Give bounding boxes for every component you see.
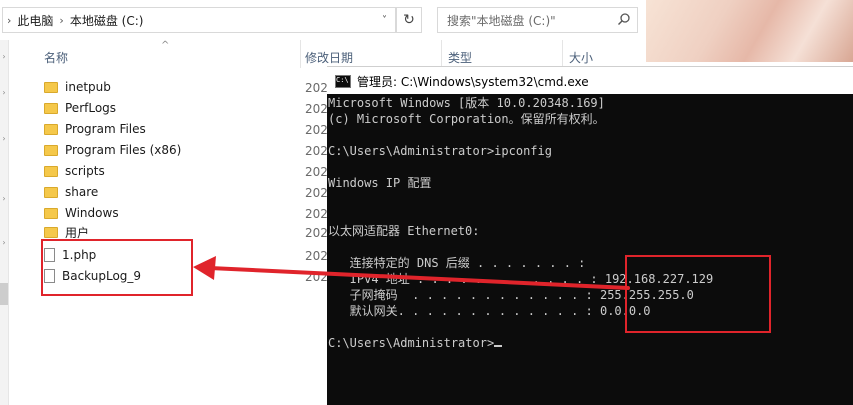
navigation-pane[interactable]: › › › › › [0, 40, 9, 405]
text-cursor [494, 345, 503, 347]
cmd-icon: C:\ [335, 75, 351, 88]
file-name: share [65, 185, 99, 199]
folder-icon [44, 124, 58, 135]
list-item[interactable]: PerfLogs [44, 98, 116, 118]
column-divider[interactable] [300, 40, 301, 68]
column-header-date[interactable]: 修改日期 [305, 49, 353, 66]
list-item[interactable]: inetpub [44, 77, 111, 97]
terminal-line: Windows IP 配置 [328, 176, 432, 190]
list-item[interactable]: Program Files [44, 119, 146, 139]
highlight-box-ip [625, 255, 771, 333]
chevron-down-icon[interactable]: ˅ [373, 7, 396, 33]
file-name: inetpub [65, 80, 111, 94]
date-cell: 202 [305, 144, 328, 158]
file-name: scripts [65, 164, 105, 178]
search-input[interactable]: 搜索"本地磁盘 (C:)" [437, 7, 638, 33]
cmd-title-bar[interactable]: C:\ 管理员: C:\Windows\system32\cmd.exe [327, 66, 853, 94]
date-cell: 202 [305, 226, 328, 240]
date-cell: 202 [305, 81, 328, 95]
search-icon [618, 13, 630, 25]
date-cell: 202 [305, 102, 328, 116]
folder-icon [44, 187, 58, 198]
terminal-line: 默认网关. . . . . . . . . . . . . : 0.0.0.0 [328, 304, 651, 318]
breadcrumb-local-disk[interactable]: 本地磁盘 (C:) [70, 12, 144, 29]
chevron-right-icon[interactable]: › [0, 194, 8, 203]
terminal-line: C:\Users\Administrator>ipconfig [328, 144, 552, 158]
terminal-line: 连接特定的 DNS 后缀 . . . . . . . : [328, 256, 586, 270]
window-title: 管理员: C:\Windows\system32\cmd.exe [357, 75, 589, 89]
column-header-size[interactable]: 大小 [569, 49, 593, 66]
chevron-right-icon: › [7, 13, 12, 27]
chevron-right-icon: › [59, 13, 64, 27]
folder-icon [44, 208, 58, 219]
file-name: 用户 [65, 225, 90, 240]
date-cell: 202 [305, 249, 328, 263]
terminal-prompt[interactable]: C:\Users\Administrator> [328, 335, 503, 351]
column-divider[interactable] [562, 40, 563, 68]
list-item[interactable]: Windows [44, 203, 119, 223]
refresh-button[interactable]: ↻ [396, 7, 422, 33]
chevron-right-icon[interactable]: › [0, 134, 8, 143]
search-placeholder: 搜索"本地磁盘 (C:)" [447, 13, 556, 28]
list-item[interactable]: share [44, 182, 98, 202]
desktop-wallpaper [646, 0, 853, 62]
date-cell: 202 [305, 186, 328, 200]
list-item[interactable]: scripts [44, 161, 105, 181]
terminal-line: Microsoft Windows [版本 10.0.20348.169] [328, 96, 605, 110]
refresh-icon: ↻ [403, 12, 415, 28]
date-cell: 202 [305, 270, 328, 284]
list-item[interactable]: Program Files (x86) [44, 140, 181, 160]
highlight-box-files [41, 239, 193, 296]
date-cell: 202 [305, 207, 328, 221]
folder-icon [44, 227, 58, 238]
terminal-line: (c) Microsoft Corporation。保留所有权利。 [328, 112, 605, 126]
column-header-type[interactable]: 类型 [448, 49, 472, 66]
terminal-line: 以太网适配器 Ethernet0: [328, 224, 480, 238]
file-name: Windows [65, 206, 119, 220]
date-cell: 202 [305, 165, 328, 179]
file-name: Program Files [65, 122, 146, 136]
address-bar: › 此电脑 › 本地磁盘 (C:) ˅ ↻ 搜索"本地磁盘 (C:)" [0, 0, 646, 40]
breadcrumb[interactable]: › 此电脑 › 本地磁盘 (C:) [2, 7, 396, 33]
date-cell: 202 [305, 123, 328, 137]
chevron-right-icon[interactable]: › [0, 238, 8, 247]
breadcrumb-this-pc[interactable]: 此电脑 [17, 12, 53, 29]
file-name: PerfLogs [65, 101, 117, 115]
prompt-text: C:\Users\Administrator> [328, 336, 495, 350]
folder-icon [44, 82, 58, 93]
folder-icon [44, 166, 58, 177]
cmd-window[interactable]: C:\ 管理员: C:\Windows\system32\cmd.exe Mic… [327, 66, 853, 405]
sort-ascending-icon: ^ [161, 40, 170, 51]
file-name: Program Files (x86) [65, 143, 182, 157]
folder-icon [44, 145, 58, 156]
column-divider[interactable] [441, 40, 442, 68]
chevron-right-icon[interactable]: › [0, 52, 8, 61]
chevron-right-icon[interactable]: › [0, 88, 8, 97]
folder-icon [44, 103, 58, 114]
scrollbar-thumb[interactable] [0, 283, 8, 305]
column-header-name[interactable]: 名称 [44, 49, 68, 66]
